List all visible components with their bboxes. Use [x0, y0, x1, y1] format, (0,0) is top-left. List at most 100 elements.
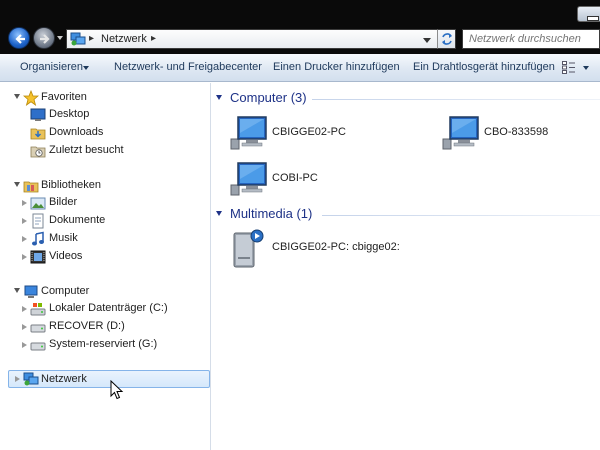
add-printer-button[interactable]: Einen Drucker hinzufügen — [273, 61, 400, 73]
network-computer-item[interactable]: CBO-833598 — [440, 113, 590, 153]
chevron-down-icon[interactable] — [583, 66, 589, 70]
chevron-down-icon — [83, 66, 89, 70]
nav-label: Computer — [41, 285, 90, 297]
add-wireless-device-button[interactable]: Ein Drahtlosgerät hinzufügen — [413, 61, 555, 73]
item-label: COBI-PC — [272, 172, 318, 184]
nav-label: Zuletzt besucht — [49, 144, 124, 156]
expand-arrow-icon[interactable] — [22, 218, 27, 224]
nav-item-pictures[interactable]: Bilder — [22, 194, 202, 212]
nav-item-drive-d[interactable]: RECOVER (D:) — [22, 318, 207, 336]
expand-arrow-icon[interactable] — [22, 254, 27, 260]
videos-library-icon — [30, 250, 46, 264]
refresh-button[interactable] — [437, 29, 456, 49]
nav-label: Bibliotheken — [41, 179, 101, 191]
organize-button[interactable]: Organisieren — [20, 61, 83, 73]
collapse-arrow-icon[interactable] — [216, 95, 222, 100]
nav-item-videos[interactable]: Videos — [22, 248, 202, 266]
network-icon — [23, 372, 39, 386]
expand-arrow-icon[interactable] — [14, 182, 20, 187]
media-device-item[interactable]: CBIGGE02-PC: cbigge02: — [228, 227, 468, 271]
group-divider — [322, 215, 600, 216]
nav-label: Netzwerk — [41, 373, 87, 385]
address-history-dropdown[interactable] — [423, 38, 431, 43]
network-icon — [70, 32, 86, 46]
forward-arrow-icon — [40, 34, 50, 44]
item-label: CBIGGE02-PC — [272, 126, 346, 138]
nav-network[interactable]: Netzwerk — [8, 370, 210, 388]
window-frame: ▸ Netzwerk ▸ — [0, 0, 600, 54]
network-computer-item[interactable]: CBIGGE02-PC — [228, 113, 408, 153]
documents-library-icon — [32, 213, 44, 229]
mouse-pointer-icon — [110, 380, 124, 400]
computer-icon — [230, 162, 267, 196]
nav-item-downloads[interactable]: Downloads — [30, 124, 200, 142]
network-sharing-center-button[interactable]: Netzwerk- und Freigabecenter — [114, 61, 262, 73]
pictures-library-icon — [30, 197, 46, 210]
nav-label: RECOVER (D:) — [49, 320, 125, 332]
nav-label: Downloads — [49, 126, 104, 138]
star-icon — [23, 90, 39, 106]
downloads-folder-icon — [30, 128, 46, 140]
view-options-icon[interactable] — [562, 61, 576, 74]
refresh-icon — [442, 33, 452, 45]
nav-item-recent[interactable]: Zuletzt besucht — [30, 142, 200, 160]
group-divider — [312, 99, 600, 100]
nav-item-documents[interactable]: Dokumente — [22, 212, 202, 230]
nav-label: Bilder — [49, 196, 78, 208]
nav-label: System-reserviert (G:) — [49, 338, 158, 350]
address-bar[interactable]: ▸ Netzwerk ▸ — [66, 29, 456, 49]
recent-places-icon — [30, 146, 46, 158]
breadcrumb-separator[interactable]: ▸ — [151, 33, 156, 44]
group-title: Multimedia (1) — [230, 206, 313, 221]
computer-icon — [442, 116, 479, 150]
nav-favorites[interactable]: Favoriten — [14, 89, 204, 107]
nav-label: Desktop — [49, 108, 90, 120]
collapse-arrow-icon[interactable] — [216, 211, 222, 216]
nav-item-desktop[interactable]: Desktop — [30, 106, 200, 124]
music-library-icon — [32, 231, 44, 246]
nav-computer[interactable]: Computer — [14, 283, 204, 301]
group-title: Computer (3) — [230, 90, 307, 105]
nav-label: Dokumente — [49, 214, 106, 226]
back-button[interactable] — [8, 27, 30, 49]
nav-libraries[interactable]: Bibliotheken — [14, 177, 204, 195]
content-pane: Computer (3) CBIGGE02-PC CBO-833598 COBI… — [212, 83, 600, 450]
search-box[interactable] — [462, 29, 600, 49]
network-computer-item[interactable]: COBI-PC — [228, 159, 408, 199]
group-header-multimedia[interactable]: Multimedia (1) — [216, 205, 600, 223]
navigation-pane: Favoriten Desktop Downloads Zuletzt besu… — [0, 83, 211, 450]
expand-arrow-icon[interactable] — [22, 324, 27, 330]
nav-item-drive-c[interactable]: Lokaler Datenträger (C:) — [22, 300, 207, 318]
media-server-icon — [233, 229, 264, 268]
nav-label: Lokaler Datenträger (C:) — [49, 302, 168, 314]
nav-item-drive-g[interactable]: System-reserviert (G:) — [22, 336, 207, 354]
search-input[interactable] — [463, 30, 583, 48]
forward-button[interactable] — [33, 27, 55, 49]
expand-arrow-icon[interactable] — [22, 342, 27, 348]
desktop-icon — [30, 108, 46, 121]
drive-icon — [30, 342, 46, 351]
breadcrumb-separator[interactable]: ▸ — [89, 33, 94, 44]
computer-icon — [230, 116, 267, 150]
nav-label: Videos — [49, 250, 83, 262]
drive-icon — [30, 324, 46, 333]
group-header-computer[interactable]: Computer (3) — [216, 89, 600, 107]
nav-label: Favoriten — [41, 91, 87, 103]
expand-arrow-icon[interactable] — [14, 94, 20, 99]
nav-label: Musik — [49, 232, 78, 244]
local-disk-icon — [30, 303, 46, 316]
breadcrumb-network[interactable]: Netzwerk — [101, 33, 147, 45]
expand-arrow-icon[interactable] — [22, 236, 27, 242]
expand-arrow-icon[interactable] — [22, 200, 27, 206]
item-label: CBO-833598 — [484, 126, 549, 138]
expand-arrow-icon[interactable] — [14, 288, 20, 293]
back-arrow-icon — [15, 34, 25, 44]
nav-item-music[interactable]: Musik — [22, 230, 202, 248]
expand-arrow-icon[interactable] — [15, 376, 20, 382]
expand-arrow-icon[interactable] — [22, 306, 27, 312]
minimize-button[interactable] — [577, 6, 600, 22]
recent-pages-dropdown[interactable] — [57, 36, 63, 40]
command-bar: Organisieren Netzwerk- und Freigabecente… — [0, 54, 600, 82]
computer-icon — [24, 285, 38, 298]
item-label: CBIGGE02-PC: cbigge02: — [272, 241, 400, 253]
